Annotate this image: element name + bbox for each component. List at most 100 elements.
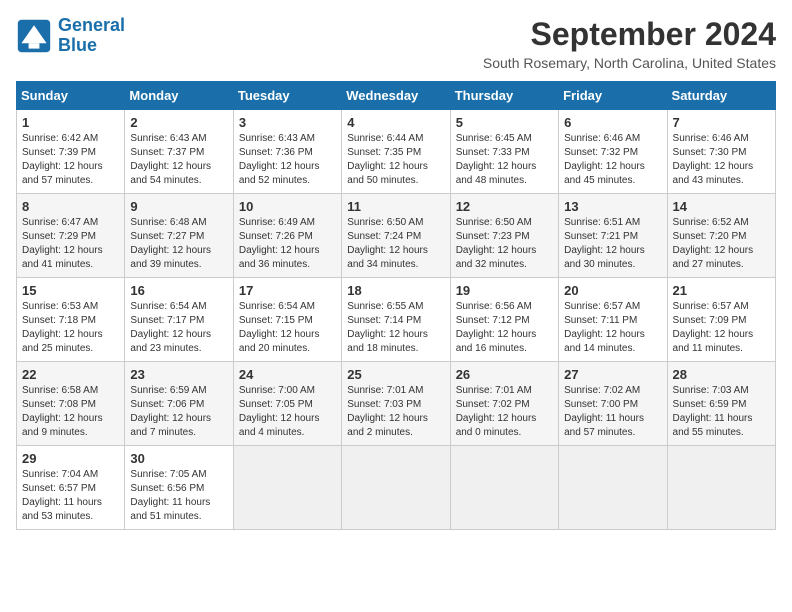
day-info: Sunrise: 7:01 AMSunset: 7:03 PMDaylight:… (347, 385, 428, 438)
calendar-cell (233, 446, 341, 530)
calendar-cell: 8 Sunrise: 6:47 AMSunset: 7:29 PMDayligh… (17, 194, 125, 278)
calendar-row: 22 Sunrise: 6:58 AMSunset: 7:08 PMDaylig… (17, 362, 776, 446)
day-number: 5 (456, 115, 553, 130)
calendar-cell: 22 Sunrise: 6:58 AMSunset: 7:08 PMDaylig… (17, 362, 125, 446)
calendar-cell: 25 Sunrise: 7:01 AMSunset: 7:03 PMDaylig… (342, 362, 450, 446)
day-number: 19 (456, 283, 553, 298)
calendar-cell (342, 446, 450, 530)
calendar-cell: 16 Sunrise: 6:54 AMSunset: 7:17 PMDaylig… (125, 278, 233, 362)
day-info: Sunrise: 6:45 AMSunset: 7:33 PMDaylight:… (456, 133, 537, 186)
day-number: 3 (239, 115, 336, 130)
day-number: 28 (673, 367, 770, 382)
day-info: Sunrise: 7:04 AMSunset: 6:57 PMDaylight:… (22, 469, 102, 522)
day-number: 27 (564, 367, 661, 382)
calendar-cell: 24 Sunrise: 7:00 AMSunset: 7:05 PMDaylig… (233, 362, 341, 446)
day-number: 9 (130, 199, 227, 214)
day-info: Sunrise: 6:42 AMSunset: 7:39 PMDaylight:… (22, 133, 103, 186)
day-number: 15 (22, 283, 119, 298)
day-number: 25 (347, 367, 444, 382)
day-number: 12 (456, 199, 553, 214)
calendar-cell: 15 Sunrise: 6:53 AMSunset: 7:18 PMDaylig… (17, 278, 125, 362)
day-number: 29 (22, 451, 119, 466)
day-number: 13 (564, 199, 661, 214)
calendar-day-header: Sunday (17, 82, 125, 110)
day-number: 10 (239, 199, 336, 214)
day-info: Sunrise: 6:51 AMSunset: 7:21 PMDaylight:… (564, 217, 645, 270)
calendar-row: 1 Sunrise: 6:42 AMSunset: 7:39 PMDayligh… (17, 110, 776, 194)
page-subtitle: South Rosemary, North Carolina, United S… (483, 55, 776, 71)
calendar-table: SundayMondayTuesdayWednesdayThursdayFrid… (16, 81, 776, 530)
calendar-header: SundayMondayTuesdayWednesdayThursdayFrid… (17, 82, 776, 110)
calendar-cell: 10 Sunrise: 6:49 AMSunset: 7:26 PMDaylig… (233, 194, 341, 278)
day-info: Sunrise: 6:55 AMSunset: 7:14 PMDaylight:… (347, 301, 428, 354)
day-info: Sunrise: 6:57 AMSunset: 7:09 PMDaylight:… (673, 301, 754, 354)
logo-text: General Blue (58, 16, 125, 56)
calendar-cell: 9 Sunrise: 6:48 AMSunset: 7:27 PMDayligh… (125, 194, 233, 278)
day-number: 2 (130, 115, 227, 130)
day-info: Sunrise: 6:58 AMSunset: 7:08 PMDaylight:… (22, 385, 103, 438)
calendar-cell: 21 Sunrise: 6:57 AMSunset: 7:09 PMDaylig… (667, 278, 775, 362)
day-info: Sunrise: 6:46 AMSunset: 7:30 PMDaylight:… (673, 133, 754, 186)
calendar-cell: 7 Sunrise: 6:46 AMSunset: 7:30 PMDayligh… (667, 110, 775, 194)
day-info: Sunrise: 6:46 AMSunset: 7:32 PMDaylight:… (564, 133, 645, 186)
calendar-cell: 18 Sunrise: 6:55 AMSunset: 7:14 PMDaylig… (342, 278, 450, 362)
calendar-row: 15 Sunrise: 6:53 AMSunset: 7:18 PMDaylig… (17, 278, 776, 362)
day-info: Sunrise: 6:56 AMSunset: 7:12 PMDaylight:… (456, 301, 537, 354)
day-info: Sunrise: 6:43 AMSunset: 7:37 PMDaylight:… (130, 133, 211, 186)
day-number: 16 (130, 283, 227, 298)
calendar-day-header: Friday (559, 82, 667, 110)
day-number: 14 (673, 199, 770, 214)
day-number: 11 (347, 199, 444, 214)
day-info: Sunrise: 6:43 AMSunset: 7:36 PMDaylight:… (239, 133, 320, 186)
day-number: 6 (564, 115, 661, 130)
day-info: Sunrise: 6:47 AMSunset: 7:29 PMDaylight:… (22, 217, 103, 270)
day-info: Sunrise: 6:54 AMSunset: 7:15 PMDaylight:… (239, 301, 320, 354)
day-info: Sunrise: 6:49 AMSunset: 7:26 PMDaylight:… (239, 217, 320, 270)
day-number: 23 (130, 367, 227, 382)
calendar-cell: 1 Sunrise: 6:42 AMSunset: 7:39 PMDayligh… (17, 110, 125, 194)
calendar-cell: 28 Sunrise: 7:03 AMSunset: 6:59 PMDaylig… (667, 362, 775, 446)
calendar-day-header: Thursday (450, 82, 558, 110)
day-number: 21 (673, 283, 770, 298)
calendar-cell: 5 Sunrise: 6:45 AMSunset: 7:33 PMDayligh… (450, 110, 558, 194)
calendar-cell: 29 Sunrise: 7:04 AMSunset: 6:57 PMDaylig… (17, 446, 125, 530)
day-number: 18 (347, 283, 444, 298)
day-info: Sunrise: 6:59 AMSunset: 7:06 PMDaylight:… (130, 385, 211, 438)
day-number: 1 (22, 115, 119, 130)
day-number: 7 (673, 115, 770, 130)
day-number: 26 (456, 367, 553, 382)
day-number: 24 (239, 367, 336, 382)
calendar-day-header: Tuesday (233, 82, 341, 110)
day-info: Sunrise: 6:44 AMSunset: 7:35 PMDaylight:… (347, 133, 428, 186)
page-title: September 2024 (483, 16, 776, 53)
day-info: Sunrise: 7:05 AMSunset: 6:56 PMDaylight:… (130, 469, 210, 522)
calendar-day-header: Monday (125, 82, 233, 110)
day-number: 8 (22, 199, 119, 214)
day-number: 30 (130, 451, 227, 466)
day-info: Sunrise: 7:00 AMSunset: 7:05 PMDaylight:… (239, 385, 320, 438)
calendar-cell: 26 Sunrise: 7:01 AMSunset: 7:02 PMDaylig… (450, 362, 558, 446)
calendar-cell: 19 Sunrise: 6:56 AMSunset: 7:12 PMDaylig… (450, 278, 558, 362)
day-info: Sunrise: 7:03 AMSunset: 6:59 PMDaylight:… (673, 385, 753, 438)
day-info: Sunrise: 6:50 AMSunset: 7:23 PMDaylight:… (456, 217, 537, 270)
title-block: September 2024 South Rosemary, North Car… (483, 16, 776, 71)
calendar-cell: 20 Sunrise: 6:57 AMSunset: 7:11 PMDaylig… (559, 278, 667, 362)
calendar-day-header: Saturday (667, 82, 775, 110)
day-info: Sunrise: 6:53 AMSunset: 7:18 PMDaylight:… (22, 301, 103, 354)
day-info: Sunrise: 6:57 AMSunset: 7:11 PMDaylight:… (564, 301, 645, 354)
calendar-row: 8 Sunrise: 6:47 AMSunset: 7:29 PMDayligh… (17, 194, 776, 278)
day-number: 20 (564, 283, 661, 298)
calendar-cell: 17 Sunrise: 6:54 AMSunset: 7:15 PMDaylig… (233, 278, 341, 362)
day-info: Sunrise: 6:48 AMSunset: 7:27 PMDaylight:… (130, 217, 211, 270)
calendar-cell: 6 Sunrise: 6:46 AMSunset: 7:32 PMDayligh… (559, 110, 667, 194)
day-info: Sunrise: 7:02 AMSunset: 7:00 PMDaylight:… (564, 385, 644, 438)
calendar-cell: 30 Sunrise: 7:05 AMSunset: 6:56 PMDaylig… (125, 446, 233, 530)
day-info: Sunrise: 6:52 AMSunset: 7:20 PMDaylight:… (673, 217, 754, 270)
calendar-cell: 12 Sunrise: 6:50 AMSunset: 7:23 PMDaylig… (450, 194, 558, 278)
calendar-cell (667, 446, 775, 530)
calendar-cell: 11 Sunrise: 6:50 AMSunset: 7:24 PMDaylig… (342, 194, 450, 278)
calendar-cell: 27 Sunrise: 7:02 AMSunset: 7:00 PMDaylig… (559, 362, 667, 446)
day-number: 4 (347, 115, 444, 130)
day-info: Sunrise: 7:01 AMSunset: 7:02 PMDaylight:… (456, 385, 537, 438)
logo-icon (16, 18, 52, 54)
